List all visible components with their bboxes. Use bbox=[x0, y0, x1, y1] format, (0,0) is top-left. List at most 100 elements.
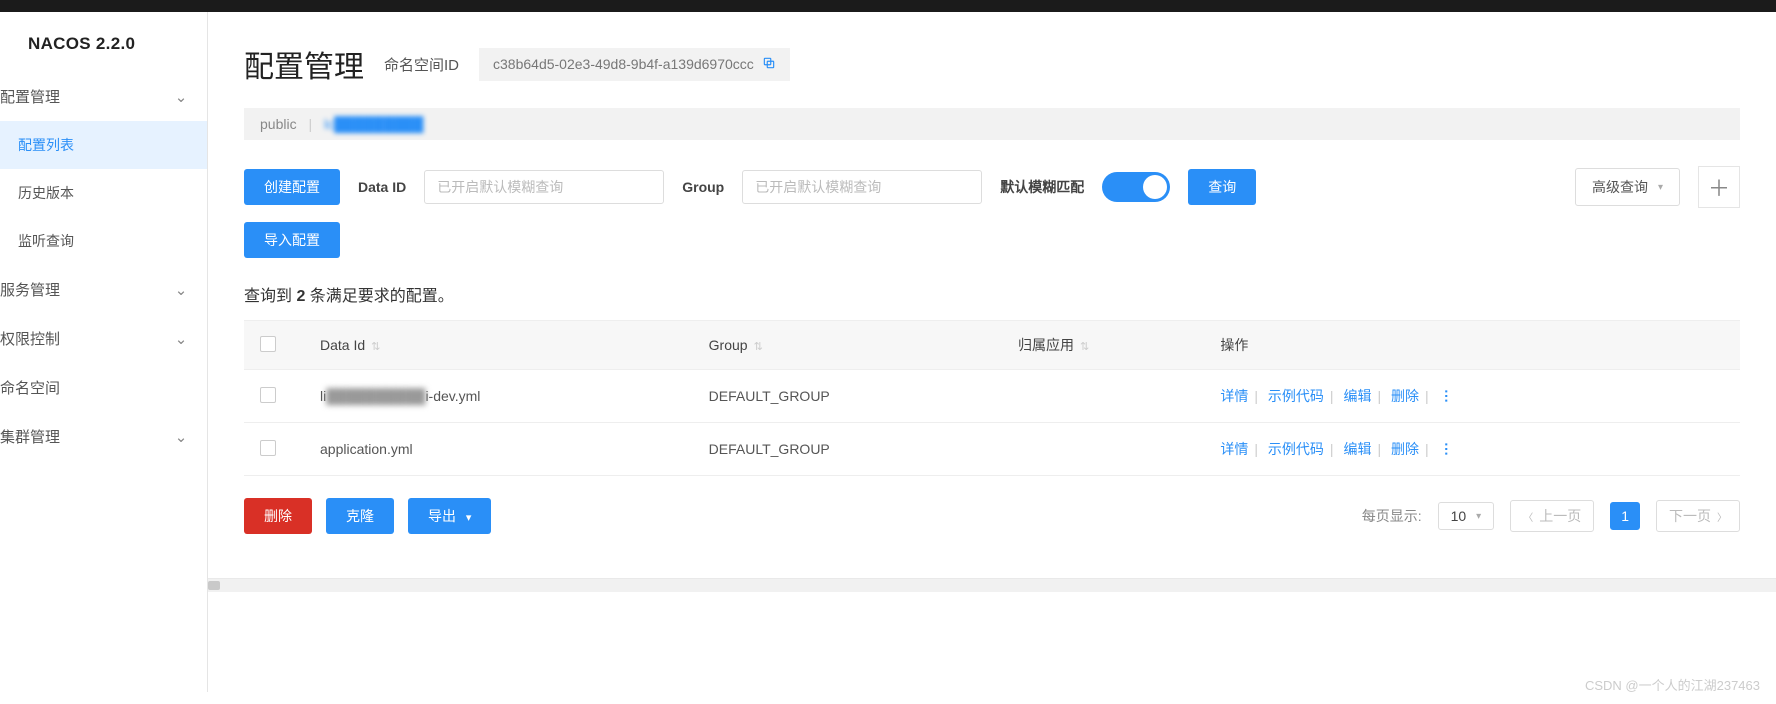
col-app[interactable]: 归属应用⇅ bbox=[1002, 321, 1204, 370]
sidebar-item-listener-query[interactable]: 监听查询 bbox=[0, 217, 207, 265]
sidebar: NACOS 2.2.0 配置管理 ⌄ 配置列表 历史版本 监听查询 服务管理 ⌄… bbox=[0, 12, 208, 692]
data-id-label: Data ID bbox=[358, 179, 406, 195]
window-topbar bbox=[0, 0, 1776, 12]
brand-logo: NACOS 2.2.0 bbox=[0, 12, 207, 72]
sidebar-item-label: 配置列表 bbox=[18, 137, 74, 153]
table-footer: 删除 克隆 导出 ▾ 每页显示: 10 ▾ 〈 上一页 1 bbox=[244, 498, 1740, 534]
sidebar-item-label: 权限控制 bbox=[0, 328, 60, 349]
pagination: 每页显示: 10 ▾ 〈 上一页 1 下一页 〉 bbox=[1362, 500, 1740, 532]
chevron-left-icon: 〈 bbox=[1523, 509, 1533, 524]
sidebar-item-label: 服务管理 bbox=[0, 279, 60, 300]
namespace-id-text: c38b64d5-02e3-49d8-9b4f-a139d6970ccc bbox=[493, 56, 754, 72]
group-input[interactable] bbox=[742, 170, 982, 204]
sort-icon: ⇅ bbox=[371, 341, 377, 353]
sidebar-item-label: 历史版本 bbox=[18, 185, 74, 201]
secondary-toolbar: 导入配置 bbox=[244, 222, 1740, 258]
result-suffix: 条满足要求的配置。 bbox=[305, 288, 453, 305]
data-id-input[interactable] bbox=[424, 170, 664, 204]
sidebar-item-namespace[interactable]: 命名空间 bbox=[0, 363, 207, 412]
sidebar-item-config-mgmt[interactable]: 配置管理 ⌄ bbox=[0, 72, 207, 121]
op-detail[interactable]: 详情 bbox=[1220, 441, 1248, 457]
op-edit[interactable]: 编辑 bbox=[1343, 388, 1371, 404]
row-checkbox[interactable] bbox=[260, 387, 276, 403]
batch-delete-button[interactable]: 删除 bbox=[244, 498, 312, 534]
cell-app bbox=[1002, 370, 1204, 423]
sidebar-item-label: 集群管理 bbox=[0, 426, 60, 447]
chevron-down-icon: ⌄ bbox=[171, 281, 191, 299]
op-sample[interactable]: 示例代码 bbox=[1268, 388, 1324, 404]
sidebar-item-history[interactable]: 历史版本 bbox=[0, 169, 207, 217]
table-row: application.yml DEFAULT_GROUP 详情| 示例代码| … bbox=[244, 423, 1740, 476]
tab-current-namespace[interactable]: lc█████████ bbox=[324, 116, 423, 132]
page-size-value: 10 bbox=[1451, 508, 1467, 524]
page-number-current[interactable]: 1 bbox=[1610, 502, 1640, 530]
more-icon[interactable]: ⋯ bbox=[1438, 442, 1455, 457]
cell-group: DEFAULT_GROUP bbox=[693, 370, 1002, 423]
group-label: Group bbox=[682, 179, 724, 195]
prev-page-button[interactable]: 〈 上一页 bbox=[1510, 500, 1594, 532]
table-header-row: Data Id⇅ Group⇅ 归属应用⇅ 操作 bbox=[244, 321, 1740, 370]
table-row: li██████████i-dev.yml DEFAULT_GROUP 详情| … bbox=[244, 370, 1740, 423]
op-sample[interactable]: 示例代码 bbox=[1268, 441, 1324, 457]
chevron-down-icon: ▾ bbox=[1658, 182, 1663, 193]
horizontal-scrollbar[interactable] bbox=[208, 578, 1776, 592]
export-label: 导出 bbox=[428, 508, 456, 524]
sort-icon: ⇅ bbox=[754, 341, 760, 353]
tab-separator: | bbox=[308, 116, 312, 132]
query-button[interactable]: 查询 bbox=[1188, 169, 1256, 205]
page-title: 配置管理 bbox=[244, 42, 364, 86]
cell-data-id: application.yml bbox=[304, 423, 693, 476]
sidebar-item-service-mgmt[interactable]: 服务管理 ⌄ bbox=[0, 265, 207, 314]
import-config-button[interactable]: 导入配置 bbox=[244, 222, 340, 258]
col-data-id[interactable]: Data Id⇅ bbox=[304, 321, 693, 370]
chevron-down-icon: ▾ bbox=[466, 512, 472, 524]
add-button[interactable]: ＋ bbox=[1698, 166, 1740, 208]
page-header: 配置管理 命名空间ID c38b64d5-02e3-49d8-9b4f-a139… bbox=[244, 12, 1776, 108]
col-ops: 操作 bbox=[1204, 321, 1740, 370]
select-all-checkbox[interactable] bbox=[260, 336, 276, 352]
col-group[interactable]: Group⇅ bbox=[693, 321, 1002, 370]
chevron-down-icon: ▾ bbox=[1476, 511, 1481, 522]
namespace-id-value: c38b64d5-02e3-49d8-9b4f-a139d6970ccc bbox=[479, 48, 790, 81]
op-delete[interactable]: 删除 bbox=[1391, 441, 1419, 457]
next-page-button[interactable]: 下一页 〉 bbox=[1656, 500, 1740, 532]
sidebar-item-label: 配置管理 bbox=[0, 86, 60, 107]
cell-data-id: li██████████i-dev.yml bbox=[304, 370, 693, 423]
chevron-down-icon: ⌄ bbox=[171, 330, 191, 348]
cell-ops: 详情| 示例代码| 编辑| 删除| ⋯ bbox=[1204, 423, 1740, 476]
op-edit[interactable]: 编辑 bbox=[1343, 441, 1371, 457]
sidebar-item-config-list[interactable]: 配置列表 bbox=[0, 121, 207, 169]
op-detail[interactable]: 详情 bbox=[1220, 388, 1248, 404]
result-prefix: 查询到 bbox=[244, 288, 296, 305]
search-toolbar: 创建配置 Data ID Group 默认模糊匹配 查询 高级查询 ▾ ＋ bbox=[244, 166, 1740, 208]
next-label: 下一页 bbox=[1669, 506, 1711, 526]
page-size-label: 每页显示: bbox=[1362, 506, 1422, 526]
copy-icon[interactable] bbox=[762, 56, 776, 73]
cell-app bbox=[1002, 423, 1204, 476]
more-icon[interactable]: ⋯ bbox=[1438, 389, 1455, 404]
create-config-button[interactable]: 创建配置 bbox=[244, 169, 340, 205]
sidebar-item-label: 命名空间 bbox=[0, 377, 60, 398]
tab-public[interactable]: public bbox=[260, 116, 297, 132]
sidebar-item-permission[interactable]: 权限控制 ⌄ bbox=[0, 314, 207, 363]
fuzzy-label: 默认模糊匹配 bbox=[1000, 177, 1084, 197]
cell-group: DEFAULT_GROUP bbox=[693, 423, 1002, 476]
export-button[interactable]: 导出 ▾ bbox=[408, 498, 491, 534]
namespace-tabs: public | lc█████████ bbox=[244, 108, 1740, 140]
namespace-id-label: 命名空间ID bbox=[384, 54, 459, 75]
fuzzy-toggle[interactable] bbox=[1102, 172, 1170, 202]
op-delete[interactable]: 删除 bbox=[1391, 388, 1419, 404]
cell-ops: 详情| 示例代码| 编辑| 删除| ⋯ bbox=[1204, 370, 1740, 423]
batch-actions: 删除 克隆 导出 ▾ bbox=[244, 498, 491, 534]
advanced-query-dropdown[interactable]: 高级查询 ▾ bbox=[1575, 168, 1680, 206]
sort-icon: ⇅ bbox=[1080, 341, 1086, 353]
page-size-select[interactable]: 10 ▾ bbox=[1438, 502, 1495, 530]
config-table: Data Id⇅ Group⇅ 归属应用⇅ 操作 li██████████i-d… bbox=[244, 320, 1740, 476]
chevron-down-icon: ⌄ bbox=[171, 88, 191, 106]
clone-button[interactable]: 克隆 bbox=[326, 498, 394, 534]
sidebar-item-label: 监听查询 bbox=[18, 233, 74, 249]
row-checkbox[interactable] bbox=[260, 440, 276, 456]
sidebar-item-cluster-mgmt[interactable]: 集群管理 ⌄ bbox=[0, 412, 207, 461]
plus-icon: ＋ bbox=[1708, 171, 1730, 203]
prev-label: 上一页 bbox=[1539, 506, 1581, 526]
